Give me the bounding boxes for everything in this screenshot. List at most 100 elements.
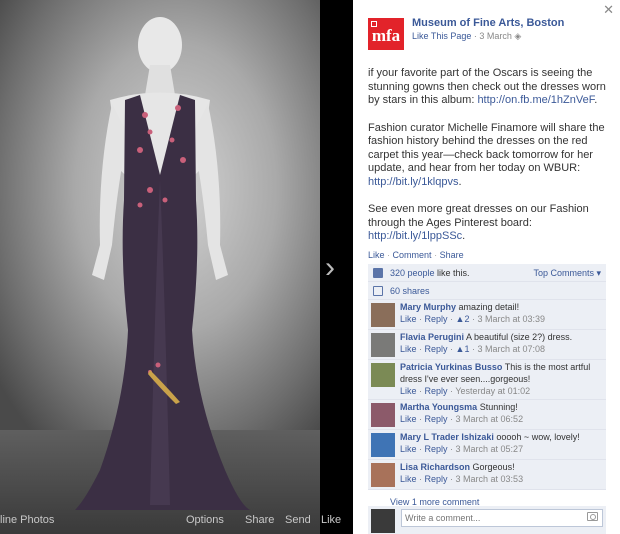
commenter-avatar[interactable] xyxy=(371,303,395,327)
likes-count-link[interactable]: 320 people xyxy=(390,268,435,278)
commenter-avatar[interactable] xyxy=(371,403,395,427)
comment-item: Mary L Trader Ishizaki ooooh ~ wow, love… xyxy=(368,430,606,460)
comment-reply-button[interactable]: Reply xyxy=(425,386,448,396)
comment-time: 3 March at 03:53 xyxy=(455,474,524,484)
comment-meta: Like · Reply · 3 March at 03:53 xyxy=(400,474,524,484)
pinterest-link[interactable]: http://bit.ly/1lppSSc xyxy=(368,230,462,242)
commenter-name[interactable]: Martha Youngsma xyxy=(400,402,477,412)
wbur-link[interactable]: http://bit.ly/1klqpvs xyxy=(368,176,459,188)
comment-like-button[interactable]: Like xyxy=(400,444,417,454)
photo-like-button[interactable]: Like xyxy=(321,514,341,526)
commenter-name[interactable]: Patricia Yurkinas Busso xyxy=(400,362,502,372)
share-button[interactable]: Share xyxy=(440,250,464,260)
options-button[interactable]: Options xyxy=(186,514,224,526)
thumbs-up-icon xyxy=(373,268,383,278)
current-user-avatar xyxy=(371,509,395,533)
comment-line: Patricia Yurkinas Busso This is the most… xyxy=(400,361,606,385)
comment-item: Mary Murphy amazing detail! Like · Reply … xyxy=(368,300,606,330)
like-button[interactable]: Like xyxy=(368,250,385,260)
commenter-avatar[interactable] xyxy=(371,463,395,487)
camera-icon[interactable] xyxy=(587,512,598,521)
comment-line: Flavia Perugini A beautiful (size 2?) dr… xyxy=(400,331,606,343)
photos-link[interactable]: line Photos xyxy=(0,514,54,526)
likes-suffix: like this. xyxy=(434,268,470,278)
comment-item: Lisa Richardson Gorgeous! Like · Reply · … xyxy=(368,460,606,490)
paragraph-text: Fashion curator Michelle Finamore will s… xyxy=(368,121,605,175)
comment-text: A beautiful (size 2?) dress. xyxy=(466,332,573,342)
commenter-name[interactable]: Flavia Perugini xyxy=(400,332,464,342)
comment-reply-button[interactable]: Reply xyxy=(425,444,448,454)
paragraph-end: . xyxy=(462,230,466,242)
comment-line: Lisa Richardson Gorgeous! xyxy=(400,461,606,473)
comment-reply-button[interactable]: Reply xyxy=(425,314,448,324)
comment-reply-button[interactable]: Reply xyxy=(425,344,448,354)
chevron-right-icon: › xyxy=(325,251,335,284)
photo-action-bar: line Photos Options Share Send Like xyxy=(0,510,353,534)
comment-time: 3 March at 05:27 xyxy=(455,444,524,454)
comment-meta: Like · Reply · ▲2 · 3 March at 03:39 xyxy=(400,314,546,324)
post-paragraph: if your favorite part of the Oscars is s… xyxy=(368,67,608,108)
commenter-avatar[interactable] xyxy=(371,363,395,387)
comment-reply-button[interactable]: Reply xyxy=(425,414,448,424)
paragraph-end: . xyxy=(458,175,462,188)
comment-text: ooooh ~ wow, lovely! xyxy=(496,432,580,442)
comment-like-button[interactable]: Like xyxy=(400,314,417,324)
post-paragraph: See even more great dresses on our Fashi… xyxy=(368,203,608,244)
send-button[interactable]: Send xyxy=(285,514,311,526)
album-link[interactable]: http://on.fb.me/1hZnVeF xyxy=(477,94,594,106)
comment-item: Martha Youngsma Stunning! Like · Reply · … xyxy=(368,400,606,430)
commenter-name[interactable]: Lisa Richardson xyxy=(400,462,470,472)
comment-button[interactable]: Comment xyxy=(393,250,432,260)
photo-share-button[interactable]: Share xyxy=(245,514,274,526)
share-icon xyxy=(373,286,383,296)
commenter-name[interactable]: Mary L Trader Ishizaki xyxy=(400,432,494,442)
comment-like-button[interactable]: Like xyxy=(400,474,417,484)
comment-reply-button[interactable]: Reply xyxy=(425,474,448,484)
comment-like-count[interactable]: 1 xyxy=(464,344,469,354)
logo-mark xyxy=(371,21,377,27)
comment-input[interactable] xyxy=(401,509,603,527)
comment-line: Mary Murphy amazing detail! xyxy=(400,301,606,313)
comment-text: Gorgeous! xyxy=(472,462,515,472)
comment-meta: Like · Reply · 3 March at 05:27 xyxy=(400,444,524,454)
comment-composer xyxy=(368,506,606,534)
comment-time: 3 March at 03:39 xyxy=(477,314,546,324)
comment-line: Mary L Trader Ishizaki ooooh ~ wow, love… xyxy=(400,431,606,443)
post-meta: Like This Page · 3 March ◈ xyxy=(412,31,521,42)
comment-meta: Like · Reply · Yesterday at 01:02 xyxy=(400,386,531,396)
dress-photo xyxy=(0,0,320,534)
post-actions: Like · Comment · Share xyxy=(368,250,464,260)
comment-time: 3 March at 06:52 xyxy=(455,414,524,424)
shares-row: 60 shares xyxy=(368,282,606,300)
close-icon[interactable]: ✕ xyxy=(603,2,614,18)
dress-illustration xyxy=(75,17,250,510)
comment-time: Yesterday at 01:02 xyxy=(455,386,531,396)
post-body: if your favorite part of the Oscars is s… xyxy=(368,67,608,258)
paragraph-end: . xyxy=(594,94,598,106)
comment-like-count[interactable]: 2 xyxy=(464,314,469,324)
comment-like-button[interactable]: Like xyxy=(400,386,417,396)
post-date: 3 March xyxy=(479,31,512,41)
like-page-link[interactable]: Like This Page xyxy=(412,31,471,41)
comment-text: Stunning! xyxy=(479,402,518,412)
comment-item: Flavia Perugini A beautiful (size 2?) dr… xyxy=(368,330,606,360)
feedback-box: 320 people like this. Top Comments ▾ 60 … xyxy=(368,264,606,490)
mannequin-left-arm xyxy=(92,104,128,280)
commenter-avatar[interactable] xyxy=(371,333,395,357)
mannequin-right-arm xyxy=(192,104,228,280)
commenter-name[interactable]: Mary Murphy xyxy=(400,302,456,312)
comment-like-button[interactable]: Like xyxy=(400,414,417,424)
comment-like-button[interactable]: Like xyxy=(400,344,417,354)
mannequin-neck xyxy=(145,65,175,95)
post-paragraph: Fashion curator Michelle Finamore will s… xyxy=(368,122,608,190)
page-avatar[interactable]: mfa xyxy=(368,18,404,50)
next-photo-button[interactable]: › xyxy=(320,250,340,286)
globe-icon: ◈ xyxy=(514,31,522,41)
shares-count-link[interactable]: 60 shares xyxy=(390,286,430,296)
commenter-avatar[interactable] xyxy=(371,433,395,457)
top-comments-dropdown[interactable]: Top Comments ▾ xyxy=(533,264,601,282)
comment-line: Martha Youngsma Stunning! xyxy=(400,401,606,413)
comment-list: Mary Murphy amazing detail! Like · Reply … xyxy=(368,300,606,490)
page-name-link[interactable]: Museum of Fine Arts, Boston xyxy=(412,17,564,29)
paragraph-text: See even more great dresses on our Fashi… xyxy=(368,203,589,229)
